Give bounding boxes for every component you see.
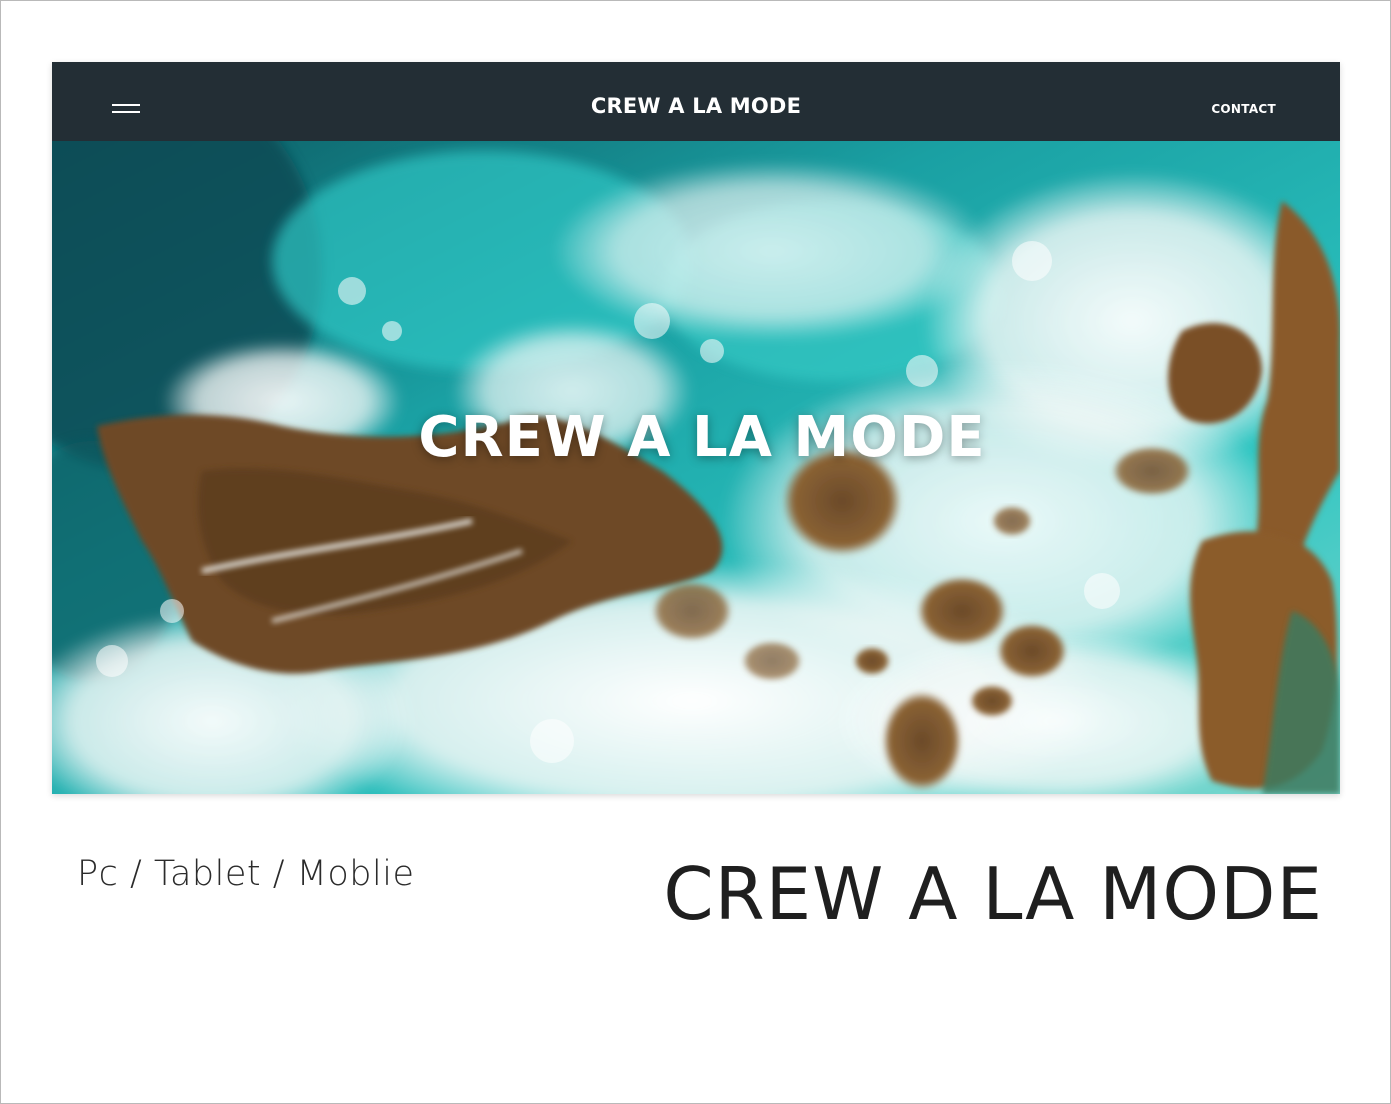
- device-caption: Pc / Tablet / Moblie: [77, 854, 415, 894]
- contact-link[interactable]: CONTACT: [1211, 102, 1276, 116]
- nav-brand-title[interactable]: CREW A LA MODE: [52, 94, 1340, 118]
- hero-section: CREW A LA MODE: [52, 141, 1340, 794]
- hero-title: CREW A LA MODE: [418, 405, 986, 470]
- website-preview: CREW A LA MODE CONTACT CREW A LA MODE: [52, 62, 1340, 794]
- top-navbar: CREW A LA MODE CONTACT: [52, 62, 1340, 141]
- brand-caption: CREW A LA MODE: [663, 852, 1323, 936]
